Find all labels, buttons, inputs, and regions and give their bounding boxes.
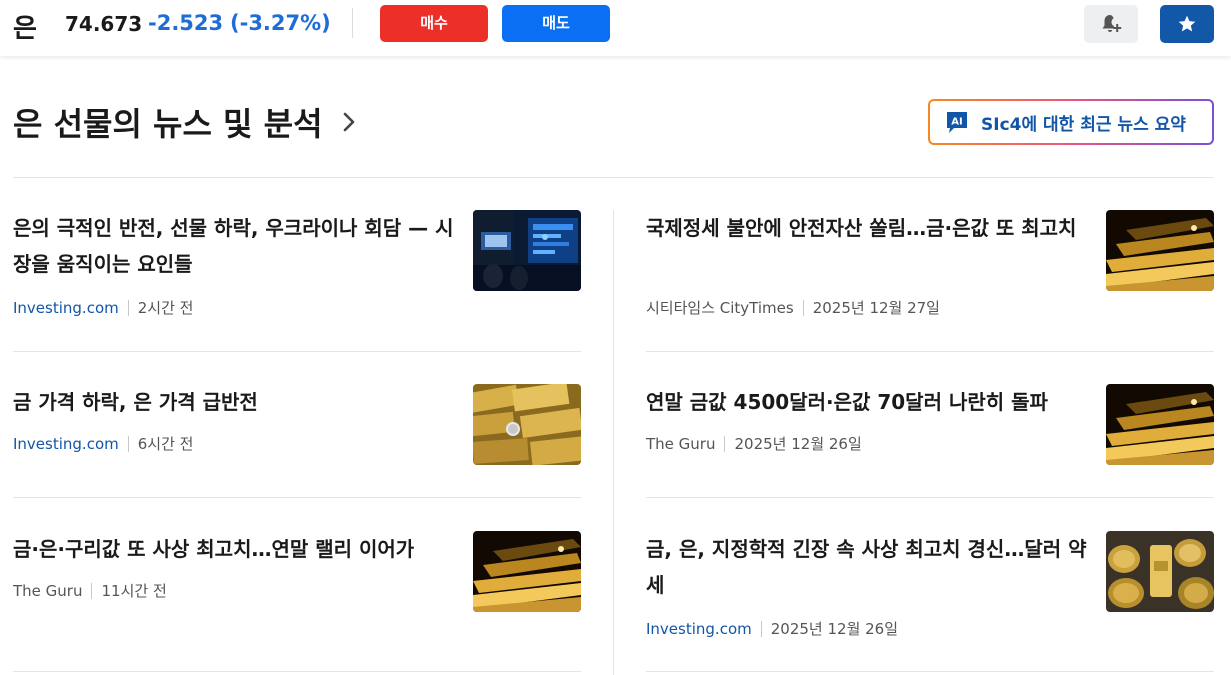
ai-summary-label: SIc4에 대한 최근 뉴스 요약 [981, 114, 1186, 135]
news-thumbnail[interactable] [473, 384, 581, 465]
header-divider [352, 8, 353, 38]
news-source[interactable]: The Guru [646, 435, 715, 453]
section-divider [13, 177, 1214, 178]
news-item[interactable]: 연말 금값 4500달러·은값 70달러 나란히 돌파 The Guru 202… [646, 384, 1214, 498]
section-title-link[interactable]: 은 선물의 뉴스 및 분석 [13, 99, 357, 145]
news-item[interactable]: 은의 극적인 반전, 선물 하락, 우크라이나 회담 — 시장을 움직이는 요인… [13, 210, 581, 352]
meta-separator [127, 435, 129, 452]
star-icon [1178, 15, 1196, 32]
meta-separator [802, 299, 804, 316]
last-price: 74.673 [65, 12, 143, 36]
sell-button[interactable]: 매도 [502, 5, 610, 42]
news-time: 2시간 전 [137, 299, 194, 317]
news-meta: Investing.com 6시간 전 [13, 433, 193, 454]
news-meta: The Guru 2025년 12월 26일 [646, 433, 862, 454]
news-headline[interactable]: 국제정세 불안에 안전자산 쏠림…금·은값 또 최고치 [646, 210, 1091, 246]
news-headline[interactable]: 은의 극적인 반전, 선물 하락, 우크라이나 회담 — 시장을 움직이는 요인… [13, 210, 458, 282]
news-thumbnail[interactable] [473, 210, 581, 291]
news-time: 2025년 12월 26일 [734, 435, 862, 453]
news-headline[interactable]: 금·은·구리값 또 사상 최고치…연말 랠리 이어가 [13, 531, 458, 567]
news-item[interactable]: 국제정세 불안에 안전자산 쏠림…금·은값 또 최고치 시티타임스 CityTi… [646, 210, 1214, 352]
create-alert-button[interactable] [1084, 5, 1138, 43]
news-meta: Investing.com 2025년 12월 26일 [646, 618, 898, 639]
buy-button[interactable]: 매수 [380, 5, 488, 42]
news-meta: 시티타임스 CityTimes 2025년 12월 27일 [646, 297, 940, 318]
news-divider [646, 497, 1214, 498]
news-thumbnail[interactable] [1106, 210, 1214, 291]
news-headline[interactable]: 금, 은, 지정학적 긴장 속 사상 최고치 경신…달러 약세 [646, 531, 1091, 603]
news-source[interactable]: 시티타임스 CityTimes [646, 297, 794, 318]
ai-summary-inner: AI SIc4에 대한 최근 뉴스 요약 [930, 101, 1212, 143]
bell-plus-icon [1102, 15, 1122, 32]
ai-news-summary-button[interactable]: AI SIc4에 대한 최근 뉴스 요약 [928, 99, 1214, 145]
news-source[interactable]: Investing.com [646, 620, 752, 638]
news-time: 2025년 12월 27일 [812, 299, 940, 317]
news-divider [646, 351, 1214, 352]
news-headline[interactable]: 연말 금값 4500달러·은값 70달러 나란히 돌파 [646, 384, 1091, 420]
news-divider [13, 671, 581, 672]
meta-separator [127, 299, 129, 316]
news-divider [13, 497, 581, 498]
ai-chat-icon: AI [944, 109, 970, 135]
chevron-right-icon [341, 110, 357, 134]
instrument-name: 은 [13, 14, 37, 44]
meta-separator [91, 582, 93, 599]
price-change: -2.523 [148, 11, 224, 35]
news-time: 6시간 전 [137, 435, 194, 453]
column-divider [613, 210, 614, 675]
price-change-percent: (-3.27%) [230, 11, 331, 35]
section-title: 은 선물의 뉴스 및 분석 [13, 105, 323, 143]
news-thumbnail[interactable] [1106, 384, 1214, 465]
news-thumbnail[interactable] [1106, 531, 1214, 612]
add-to-watchlist-button[interactable] [1160, 5, 1214, 43]
news-headline[interactable]: 금 가격 하락, 은 가격 급반전 [13, 384, 458, 420]
news-time: 11시간 전 [101, 582, 167, 600]
meta-separator [760, 620, 762, 637]
news-item[interactable]: 금 가격 하락, 은 가격 급반전 Investing.com 6시간 전 [13, 384, 581, 498]
news-divider [646, 671, 1214, 672]
news-source[interactable]: The Guru [13, 582, 82, 600]
meta-separator [724, 435, 726, 452]
instrument-header-bar: 은 74.673 -2.523 (-3.27%) 매수 매도 [0, 0, 1231, 56]
news-thumbnail[interactable] [473, 531, 581, 612]
news-source[interactable]: Investing.com [13, 299, 119, 317]
news-time: 2025년 12월 26일 [770, 620, 899, 638]
news-meta: Investing.com 2시간 전 [13, 297, 193, 318]
ai-badge-text: AI [951, 117, 962, 128]
news-divider [13, 351, 581, 352]
news-item[interactable]: 금, 은, 지정학적 긴장 속 사상 최고치 경신…달러 약세 Investin… [646, 531, 1214, 675]
news-meta: The Guru 11시간 전 [13, 580, 167, 601]
news-source[interactable]: Investing.com [13, 435, 119, 453]
news-item[interactable]: 금·은·구리값 또 사상 최고치…연말 랠리 이어가 The Guru 11시간… [13, 531, 581, 675]
